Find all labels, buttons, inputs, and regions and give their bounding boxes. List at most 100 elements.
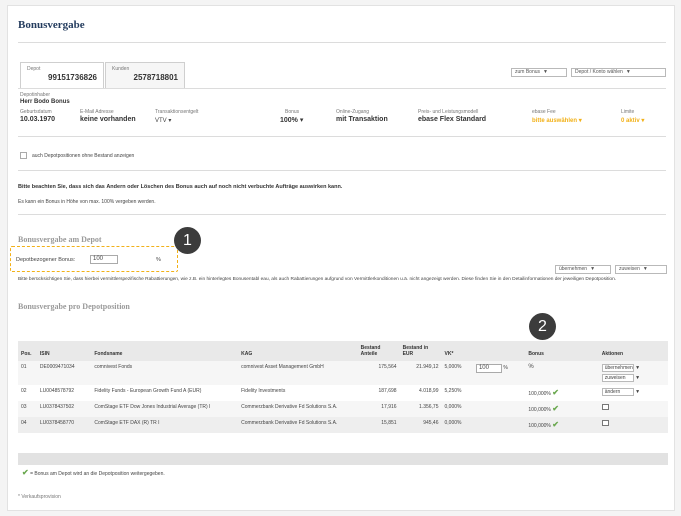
ebase-fee-label: ebase Fee [532,109,556,115]
col-pos: Pos. [18,341,37,361]
callout-badge-2: 2 [529,313,556,340]
cell-bonus: 100,000% ✔ [525,385,598,401]
to-bonus-select-label: zum Bonus [515,69,541,75]
cell-input [472,401,526,417]
depot-bonus-input[interactable]: 100 [90,255,118,264]
cell-bonus: % [525,361,599,385]
table-header-row: Pos. ISIN Fondsname KAG Bestand Anteile … [18,341,668,361]
chevron-down-icon: ▼ [642,266,648,272]
col-vk: VK* [441,341,473,361]
birthdate-label: Geburtsdatum [20,109,52,115]
col-isin: ISIN [36,341,92,361]
row-assign-select[interactable]: zuweisen [601,374,634,382]
row-change-select[interactable]: ändern [601,388,634,396]
cell-fund: Fidelity Funds - European Growth Fund A … [94,388,202,394]
title-divider [18,42,666,43]
depot-bonus-title: Bonusvergabe am Depot [18,235,102,244]
tab-kunden-label: Kunden [112,66,130,72]
chevron-down-icon: ▾ [299,117,304,124]
price-model-label: Preis- und Leistungsmodell [418,109,479,115]
cell-actions [598,401,668,417]
positions-bonus-title: Bonusvergabe pro Depotposition [18,302,130,311]
depot-bonus-label: Depotbezogener Bonus: [16,257,76,263]
depot-holder-name: Herr Bodo Bonus [20,99,70,105]
col-bonus: Bonus [525,341,599,361]
chevron-down-icon: ▼ [590,266,596,272]
cell-kag: Commerzbank Derivative Fd Solutions S.A. [238,401,358,417]
limits-select[interactable]: 0 aktiv ▾ [621,117,644,124]
cell-pos: 01 [18,361,37,385]
bonus-value: 100,000% [528,391,551,397]
cell-input: 100 % [472,361,526,385]
transaction-fee-select[interactable]: VTV ▾ [155,117,171,124]
depot-assign-select[interactable]: zuweisen ▼ [615,265,667,274]
cell-shares: 187,698 [378,388,397,394]
bonus-value: 100,000% [528,407,551,413]
online-access-label: Online-Zugang [336,109,370,115]
cell-fund: ComStage ETF DAX (R) TR I [91,417,239,433]
bonus-select[interactable]: 100% ▾ [280,116,303,124]
email-label: E-Mail Adresse [80,109,114,115]
check-icon: ✔ [552,404,559,413]
cell-pos: 04 [18,417,37,433]
transaction-fee-label: Transaktionsentgelt [155,109,199,115]
transaction-fee-value: VTV [155,118,167,124]
table-row: 04 LU0378458770 ComStage ETF DAX (R) TR … [18,417,668,433]
position-bonus-input[interactable]: 100 [475,364,502,373]
edit-note-icon[interactable] [601,420,609,426]
depot-account-select[interactable]: Depot / Konto wählen ▼ [571,68,666,77]
bonus-label: Bonus [285,109,300,115]
chevron-down-icon: ▼ [635,365,641,371]
ebase-fee-select[interactable]: bitte auswählen ▾ [532,117,582,124]
warning-text: Bitte beachten Sie, dass sich das Ändern… [18,184,343,190]
depot-bonus-unit: % [156,257,161,263]
row-apply-label: übernehmen [604,365,633,371]
position-bonus-unit: % [503,365,508,371]
cell-isin: LU0378437502 [36,401,92,417]
chevron-down-icon: ▾ [168,118,172,124]
chevron-down-icon: ▾ [578,118,582,124]
table-footer-bar [18,453,668,465]
cell-shares: 15,851 [357,417,400,433]
cell-actions [598,417,668,433]
email-value: keine vorhanden [80,116,136,123]
cell-input [472,417,526,433]
row-apply-select[interactable]: übernehmen [601,364,634,372]
tab-divider [18,88,666,89]
cell-fund: comnivest Fonds [91,361,239,385]
depot-bonus-note: Bitte berücksichtigen Sie, dass hierbei … [18,277,617,282]
checkbox-divider [18,170,666,171]
cell-pos: 02 [21,388,27,394]
cell-vk: 5,000% [441,361,473,385]
cell-kag: Commerzbank Derivative Fd Solutions S.A. [238,417,358,433]
online-access-value: mit Transaktion [336,116,388,123]
show-empty-positions-label: auch Depotpositionen ohne Bestand anzeig… [32,153,135,159]
positions-table: Pos. ISIN Fondsname KAG Bestand Anteile … [18,341,668,433]
to-bonus-select[interactable]: zum Bonus ▼ [511,68,567,77]
col-fund: Fondsname [91,341,239,361]
edit-note-icon[interactable] [601,404,609,410]
cell-shares: 17,916 [357,401,400,417]
table-row: 03 LU0378437502 ComStage ETF Dow Jones I… [18,401,668,417]
cell-eur: 21.949,12 [399,361,442,385]
callout-badge-1: 1 [174,227,201,254]
depot-apply-select[interactable]: übernehmen ▼ [555,265,611,274]
tab-depot-label: Depot [27,66,41,72]
col-shares: Bestand Anteile [357,341,400,361]
col-kag: KAG [238,341,358,361]
check-icon: ✔ [552,388,559,397]
cell-actions: ändern ▼ [599,385,668,401]
page-sheet: Bonusvergabe Depot 99151736826 Kunden 25… [7,5,675,511]
tab-kunden-number: 2578718801 [133,73,179,82]
col-input [472,341,526,361]
show-empty-positions-checkbox[interactable] [20,152,27,159]
chevron-down-icon: ▼ [635,375,641,381]
cell-pos: 03 [18,401,37,417]
depot-account-select-label: Depot / Konto wählen [575,69,623,75]
tab-depot[interactable]: Depot 99151736826 [20,62,104,88]
bonus-value: 100% [280,117,298,124]
info-divider [18,136,666,137]
cell-vk: 0,000% [441,417,473,433]
cell-isin: LU0048578792 [39,388,75,394]
tab-kunden[interactable]: Kunden 2578718801 [105,62,185,88]
